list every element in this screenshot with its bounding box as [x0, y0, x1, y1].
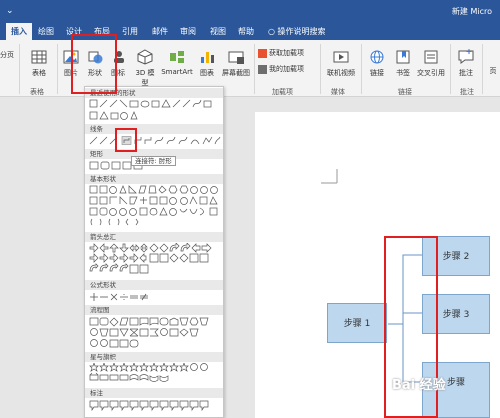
table-button-label: 表格	[32, 69, 46, 77]
bookmark-icon	[396, 50, 410, 64]
section-flowchart: 流程图	[85, 305, 223, 315]
flowchart-grid[interactable]	[89, 317, 221, 349]
my-addins-button[interactable]: 我的加载项	[258, 64, 304, 74]
section-callouts: 标注	[85, 388, 223, 398]
recent-shapes-row[interactable]	[89, 99, 221, 121]
3d-models-label: 3D 模型	[135, 69, 155, 87]
cube-icon	[137, 49, 153, 65]
tab-help[interactable]: 帮助	[234, 23, 258, 40]
header-footer-label: 页	[489, 67, 497, 75]
highlight-elbow-connector	[115, 128, 137, 152]
basic-shapes-grid[interactable]	[89, 185, 221, 229]
link-button[interactable]: 链接	[366, 48, 388, 78]
section-stars-banners: 星与旗帜	[85, 352, 223, 362]
screenshot-label: 屏幕截图	[222, 69, 250, 77]
step-1-box[interactable]: 步骤 1	[327, 303, 387, 343]
divider	[57, 44, 58, 94]
chart-button[interactable]: 图表	[196, 48, 218, 78]
smartart-icon	[170, 51, 184, 63]
connector-elbow-tooltip: 连接符: 肘形	[131, 156, 176, 166]
globe-link-icon	[370, 50, 384, 64]
save-icon[interactable]: ⌄	[6, 6, 14, 16]
get-addins-label: 获取加载项	[269, 49, 304, 57]
callouts-row[interactable]	[89, 400, 221, 412]
tab-view[interactable]: 视图	[206, 23, 230, 40]
table-icon	[31, 50, 47, 64]
comment-button[interactable]: 批注	[454, 48, 478, 78]
tab-insert[interactable]: 插入	[6, 23, 32, 40]
divider	[254, 44, 255, 94]
my-addins-label: 我的加载项	[269, 65, 304, 73]
online-video-label: 联机视频	[327, 69, 355, 77]
tab-review[interactable]: 审阅	[176, 23, 200, 40]
tab-draw[interactable]: 绘图	[34, 23, 58, 40]
section-equation-shapes: 公式形状	[85, 280, 223, 290]
shapes-gallery: 最近使用的形状 线条 矩形 基本形状 箭头总汇 公式形状 流程图 星与旗帜 标注	[84, 86, 224, 418]
screenshot-button[interactable]: 屏幕截图	[220, 48, 252, 78]
left-workspace	[0, 97, 84, 418]
addins-icon	[258, 64, 267, 74]
screenshot-icon	[228, 51, 244, 64]
group-label-comments: 批注	[460, 88, 474, 96]
smartart-button[interactable]: SmartArt	[160, 48, 194, 76]
link-label: 链接	[370, 69, 384, 77]
3d-models-button[interactable]: 3D 模型	[132, 48, 158, 88]
bookmark-button[interactable]: 书签	[392, 48, 414, 78]
divider	[361, 44, 362, 94]
comment-label: 批注	[459, 69, 473, 77]
section-arrows: 箭头总汇	[85, 232, 223, 242]
page-button[interactable]: 分页	[0, 50, 14, 60]
bar-chart-icon	[201, 52, 214, 63]
video-icon	[333, 51, 349, 63]
highlight-shapes-button	[71, 34, 117, 94]
divider	[320, 44, 321, 94]
online-video-button[interactable]: 联机视频	[324, 48, 358, 78]
equation-shapes-row[interactable]	[89, 292, 221, 302]
divider	[19, 44, 20, 94]
page-button-label: 分页	[0, 51, 14, 59]
section-lines: 线条	[85, 124, 223, 134]
stars-banners-grid[interactable]	[89, 363, 221, 385]
smartart-label: SmartArt	[161, 68, 193, 76]
section-basic-shapes: 基本形状	[85, 174, 223, 184]
group-label-links: 链接	[398, 88, 412, 96]
header-footer-button[interactable]: 页	[488, 66, 498, 76]
lightbulb-icon: ○	[268, 27, 275, 36]
tab-references[interactable]: 引用	[118, 23, 142, 40]
bookmark-label: 书签	[396, 69, 410, 77]
window-title: 新建 Micro	[451, 7, 492, 16]
lines-row[interactable]	[89, 136, 221, 146]
cross-reference-button[interactable]: 交叉引用	[416, 48, 446, 78]
group-label-media: 媒体	[331, 88, 345, 96]
divider	[482, 44, 483, 94]
cross-reference-label: 交叉引用	[417, 69, 445, 77]
cross-reference-icon	[424, 50, 438, 64]
group-label-addins: 加载项	[272, 88, 293, 96]
tell-me-box[interactable]: ○ 操作说明搜索	[268, 23, 326, 40]
comment-icon	[458, 49, 474, 64]
divider	[450, 44, 451, 94]
store-icon	[258, 48, 267, 58]
watermark-logo: Bai 经验	[392, 378, 446, 393]
get-addins-button[interactable]: 获取加载项	[258, 48, 304, 58]
arrows-grid[interactable]	[89, 243, 221, 277]
tell-me-text: 操作说明搜索	[277, 27, 326, 36]
table-button[interactable]: 表格	[24, 48, 54, 78]
title-bar: ⌄ 新建 Micro	[0, 0, 500, 23]
group-label-tables: 表格	[30, 88, 44, 96]
tab-mailings[interactable]: 邮件	[148, 23, 172, 40]
chart-label: 图表	[200, 69, 214, 77]
